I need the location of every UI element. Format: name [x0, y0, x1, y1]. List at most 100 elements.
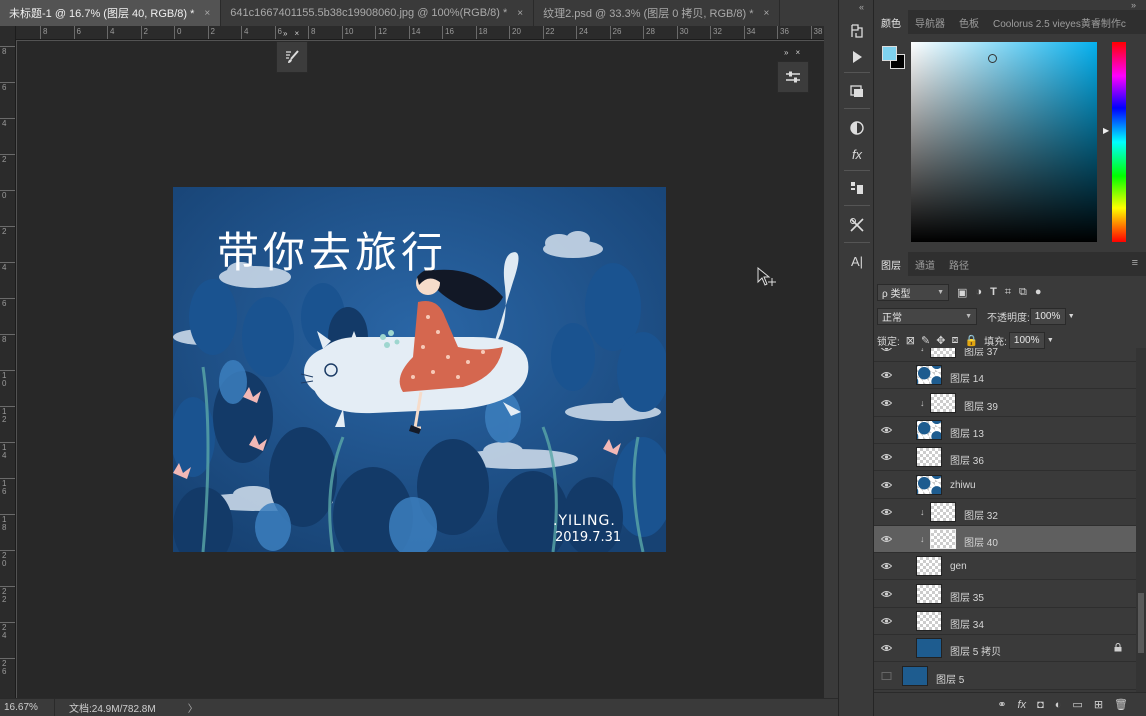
layer-comps-icon[interactable]	[846, 80, 868, 102]
status-menu-arrow[interactable]: 〉	[188, 700, 198, 715]
tab-paths[interactable]: 路径	[942, 252, 976, 276]
layer-row[interactable]: ↓ 图层 37	[874, 348, 1136, 362]
close-icon[interactable]: ×	[294, 29, 299, 39]
layer-thumbnail[interactable]	[916, 611, 942, 631]
actions-play-icon[interactable]	[846, 46, 868, 68]
layer-row[interactable]: 图层 13	[874, 417, 1136, 444]
filter-shape-icon[interactable]: ⌗	[1005, 286, 1011, 299]
artwork-canvas[interactable]: 带你去旅行 .YILING. 2019.7.31	[173, 187, 666, 552]
layer-name[interactable]: 图层 35	[950, 589, 984, 604]
tab-swatches[interactable]: 色板	[952, 10, 986, 34]
tab-channels[interactable]: 通道	[908, 252, 942, 276]
lock-all-icon[interactable]: 🔒	[964, 334, 978, 347]
panel-menu-icon[interactable]: ≡	[1132, 257, 1138, 269]
libraries-icon[interactable]	[846, 177, 868, 199]
layer-thumbnail[interactable]	[916, 474, 942, 495]
layer-name[interactable]: 图层 14	[950, 370, 984, 385]
opacity-input[interactable]: 100%	[1029, 307, 1066, 325]
filter-smart-object-icon[interactable]: ⧉	[1019, 286, 1027, 299]
hue-slider-marker[interactable]: ▶	[1103, 126, 1109, 135]
layer-thumbnail[interactable]	[916, 583, 942, 604]
tools-preset-icon[interactable]	[846, 214, 868, 236]
filter-toggle-icon[interactable]: ●	[1035, 286, 1042, 298]
visibility-eye-icon[interactable]	[881, 399, 892, 407]
layer-name[interactable]: 图层 5 拷贝	[950, 643, 1001, 658]
properties-panel-button[interactable]	[777, 61, 809, 93]
layer-row[interactable]: zhiwu	[874, 472, 1136, 499]
layer-row[interactable]: 图层 34	[874, 608, 1136, 635]
tab-layers[interactable]: 图层	[874, 252, 908, 276]
filter-adjustment-icon[interactable]: ◑	[975, 286, 982, 298]
layers-scrollbar[interactable]	[1136, 348, 1146, 692]
layer-thumbnail[interactable]	[930, 392, 956, 413]
layer-row[interactable]: gen	[874, 553, 1136, 581]
fx-icon[interactable]: fx	[1018, 699, 1027, 711]
history-icon[interactable]	[846, 20, 868, 42]
canvas-area[interactable]: » × » × 带你去旅行 .YILING. 2019.7.31	[17, 29, 824, 698]
layer-row[interactable]: 图层 5	[874, 663, 1136, 690]
close-icon[interactable]: ×	[517, 8, 523, 19]
visibility-eye-icon[interactable]	[881, 426, 892, 434]
adjustments-icon[interactable]	[846, 117, 868, 139]
layer-row[interactable]: 图层 36	[874, 444, 1136, 472]
blend-mode-dropdown[interactable]: 正常 ▼	[877, 307, 977, 325]
canvas-vertical-scrollbar[interactable]	[824, 26, 838, 698]
layer-thumbnail[interactable]	[916, 556, 942, 577]
layer-thumbnail[interactable]	[916, 638, 942, 659]
layer-name[interactable]: zhiwu	[950, 480, 976, 491]
collapse-icon[interactable]: »	[283, 29, 287, 39]
saturation-brightness-field[interactable]	[911, 42, 1097, 242]
tab-coolorus[interactable]: Coolorus 2.5 vieyes黄睿制作c	[986, 10, 1133, 34]
layer-thumbnail[interactable]	[930, 348, 956, 358]
visibility-eye-icon[interactable]	[881, 562, 892, 570]
group-icon[interactable]: ▭	[1072, 698, 1082, 711]
layer-thumbnail[interactable]	[916, 365, 942, 386]
lock-transparent-icon[interactable]: ⊠	[906, 334, 915, 347]
layer-name[interactable]: 图层 32	[964, 507, 998, 522]
tab-texture[interactable]: 纹理2.psd @ 33.3% (图层 0 拷贝, RGB/8) * ×	[534, 0, 781, 26]
styles-fx-icon[interactable]: fx	[846, 143, 868, 165]
new-layer-icon[interactable]: ⊞	[1094, 698, 1103, 711]
collapse-icon[interactable]: »	[1131, 0, 1136, 10]
foreground-color-swatch[interactable]	[882, 46, 897, 61]
filter-pixel-icon[interactable]: ▣	[957, 286, 967, 299]
visibility-eye-icon[interactable]	[881, 481, 892, 489]
hue-slider[interactable]	[1112, 42, 1126, 242]
tab-color[interactable]: 颜色	[874, 10, 908, 34]
vertical-ruler[interactable]: 8 6 4 2 0 2 4 6 8 10 12 14 16 18 20 22 24 26	[0, 26, 16, 698]
layer-thumbnail[interactable]	[916, 419, 942, 440]
tab-navigator[interactable]: 导航器	[908, 10, 952, 34]
layer-name[interactable]: 图层 36	[950, 452, 984, 467]
layer-name[interactable]: gen	[950, 561, 967, 572]
visibility-eye-icon[interactable]	[881, 617, 892, 625]
layer-list[interactable]: ↓ 图层 37 图层 14 ↓ 图层 39 图层 13 图层 36 zhiwu ↓ 图层 32 ↓ 图…	[874, 348, 1136, 692]
layer-thumbnail[interactable]	[916, 447, 942, 468]
close-icon[interactable]: ×	[795, 48, 800, 58]
character-icon[interactable]: A|	[846, 250, 868, 272]
layer-name[interactable]: 图层 5	[936, 671, 964, 686]
opacity-dropdown-icon[interactable]: ▼	[1068, 313, 1075, 320]
visibility-eye-icon[interactable]	[881, 371, 892, 379]
visibility-eye-icon[interactable]	[881, 453, 892, 461]
mask-icon[interactable]: ◘	[1037, 699, 1044, 711]
zoom-level[interactable]: 16.67%	[0, 699, 55, 716]
layer-row[interactable]: ↓ 图层 39	[874, 390, 1136, 417]
layer-thumbnail[interactable]	[930, 501, 956, 522]
visibility-off-icon[interactable]	[881, 671, 892, 680]
brush-settings-button[interactable]	[276, 41, 308, 73]
color-picker-handle[interactable]	[988, 54, 997, 63]
tab-untitled-1[interactable]: 未标题-1 @ 16.7% (图层 40, RGB/8) * ×	[0, 0, 222, 26]
layer-row[interactable]: 图层 35	[874, 581, 1136, 608]
layer-name[interactable]: 图层 40	[964, 534, 998, 549]
adjustment-icon[interactable]: ◐	[1055, 699, 1062, 711]
fill-input[interactable]: 100%	[1008, 331, 1045, 349]
layer-row[interactable]: ↓ 图层 40	[874, 526, 1136, 554]
layer-thumbnail[interactable]	[902, 665, 928, 686]
layer-thumbnail[interactable]	[930, 529, 956, 550]
layer-filter-dropdown[interactable]: ρ 类型 ▼	[877, 283, 949, 301]
horizontal-ruler[interactable]: 8 6 4 2 0 2 4 6 8 10 12 14 16 18 20 22 24 26 28 30 32 34 36 38	[16, 26, 824, 40]
lock-artboard-icon[interactable]: ⧈	[951, 334, 958, 347]
visibility-eye-icon[interactable]	[881, 508, 892, 516]
delete-icon[interactable]: 🗑	[1114, 698, 1128, 711]
layer-row[interactable]: 图层 14	[874, 362, 1136, 390]
